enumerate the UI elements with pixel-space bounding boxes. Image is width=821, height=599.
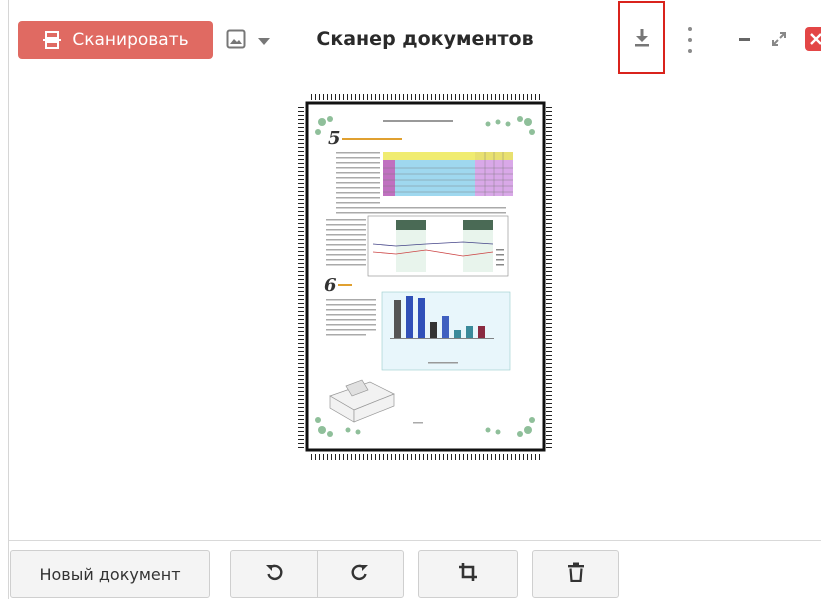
maximize-icon[interactable]	[771, 31, 787, 47]
document-scanner-window: Сканировать Сканер документов 5 6 Новый …	[0, 0, 821, 599]
header-bar: Сканировать Сканер документов	[0, 0, 821, 80]
rotate-right-button[interactable]	[316, 551, 404, 597]
scan-button[interactable]: Сканировать	[18, 21, 213, 59]
new-document-label: Новый документ	[39, 564, 181, 584]
window-left-border	[8, 0, 9, 599]
scanned-page-preview[interactable]: 5 6	[298, 94, 553, 460]
rotate-right-icon	[350, 562, 370, 586]
minimize-icon[interactable]	[739, 38, 750, 41]
trash-icon	[567, 562, 585, 586]
footer-divider	[9, 540, 821, 541]
delete-button[interactable]	[532, 550, 619, 598]
scanned-page-image: 5 6	[298, 94, 553, 460]
image-mode-dropdown[interactable]	[226, 29, 270, 53]
download-button[interactable]	[618, 1, 665, 74]
chevron-down-icon	[258, 37, 270, 45]
rotate-button-group	[230, 550, 404, 598]
scanner-icon	[42, 30, 62, 50]
image-icon	[226, 29, 246, 53]
svg-text:5: 5	[328, 128, 341, 149]
new-document-button[interactable]: Новый документ	[10, 550, 210, 598]
window-title: Сканер документов	[316, 28, 534, 50]
download-icon	[633, 27, 651, 51]
rotate-left-button[interactable]	[231, 551, 317, 597]
scan-button-label: Сканировать	[72, 30, 189, 50]
rotate-left-icon	[264, 562, 284, 586]
crop-icon	[458, 562, 478, 586]
crop-button[interactable]	[418, 550, 518, 598]
page-number: 6	[324, 275, 337, 296]
close-icon[interactable]	[805, 27, 821, 51]
more-vertical-icon[interactable]	[680, 27, 700, 53]
